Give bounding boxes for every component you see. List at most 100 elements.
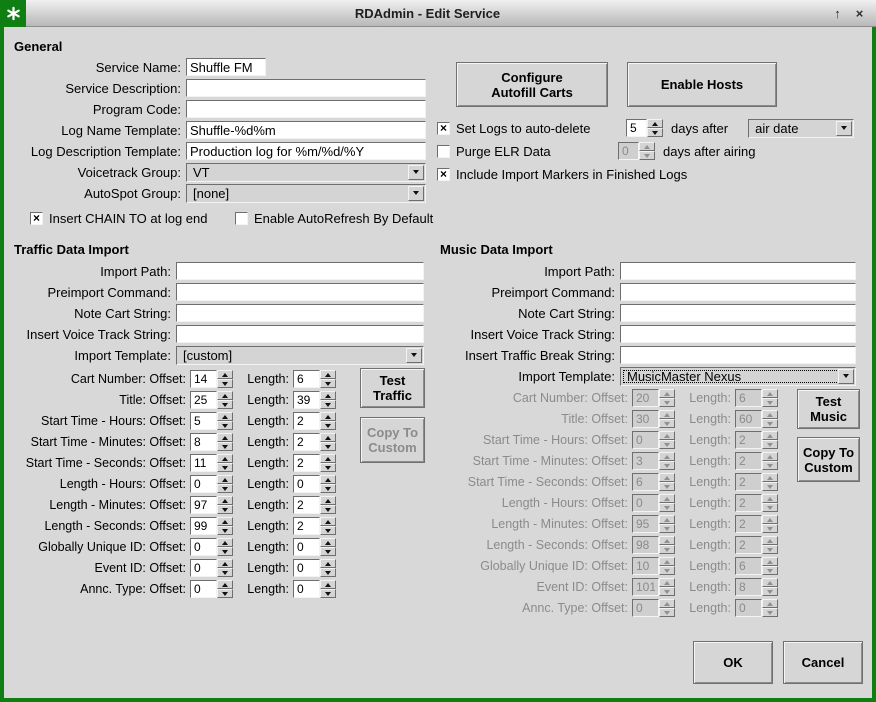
traffic-event-id-length-spinbox-value[interactable] — [293, 559, 320, 577]
autospot-group-combo[interactable]: [none] — [186, 184, 426, 203]
spin-down-arrow-icon[interactable] — [217, 589, 233, 598]
traffic-title-offset-spinbox-value[interactable] — [190, 391, 217, 409]
traffic-length-minutes-length-spinbox-value[interactable] — [293, 496, 320, 514]
traffic-start-time-seconds-length-spinbox-value[interactable] — [293, 454, 320, 472]
traffic-length-seconds-length-spinbox-value[interactable] — [293, 517, 320, 535]
traffic-event-id-length-spinbox[interactable] — [293, 559, 336, 577]
voicetrack-group-combo[interactable]: VT — [186, 163, 426, 182]
titlebar[interactable]: RDAdmin - Edit Service ↑ × — [0, 0, 876, 27]
auto-delete-days-spinbox[interactable] — [626, 119, 663, 137]
spin-down-arrow-icon[interactable] — [217, 400, 233, 409]
music-insert-voice-track-string-input[interactable] — [620, 325, 856, 343]
traffic-insert-voice-track-string-input[interactable] — [176, 325, 424, 343]
traffic-length-minutes-offset-spinbox-value[interactable] — [190, 496, 217, 514]
traffic-start-time-hours-offset-spinbox-value[interactable] — [190, 412, 217, 430]
traffic-start-time-minutes-length-spinbox-value[interactable] — [293, 433, 320, 451]
traffic-length-hours-offset-spinbox[interactable] — [190, 475, 233, 493]
traffic-length-seconds-offset-spinbox-value[interactable] — [190, 517, 217, 535]
spin-down-arrow-icon[interactable] — [320, 526, 336, 535]
spin-up-arrow-icon[interactable] — [320, 454, 336, 463]
spin-down-arrow-icon[interactable] — [320, 442, 336, 451]
spin-down-arrow-icon[interactable] — [217, 379, 233, 388]
spin-down-arrow-icon[interactable] — [320, 400, 336, 409]
spin-up-arrow-icon[interactable] — [217, 370, 233, 379]
traffic-cart-number-offset-spinbox-value[interactable] — [190, 370, 217, 388]
traffic-length-minutes-length-spinbox[interactable] — [293, 496, 336, 514]
spin-down-arrow-icon[interactable] — [320, 484, 336, 493]
music-import-template-combo[interactable]: MusicMaster Nexus — [620, 367, 856, 386]
spin-down-arrow-icon[interactable] — [217, 421, 233, 430]
traffic-cart-number-length-spinbox-value[interactable] — [293, 370, 320, 388]
music-insert-traffic-break-string-input[interactable] — [620, 346, 856, 364]
traffic-start-time-seconds-offset-spinbox-value[interactable] — [190, 454, 217, 472]
traffic-start-time-hours-offset-spinbox[interactable] — [190, 412, 233, 430]
spin-up-arrow-icon[interactable] — [217, 538, 233, 547]
general-log-name-template-input[interactable] — [186, 121, 426, 139]
spin-up-arrow-icon[interactable] — [320, 517, 336, 526]
enable-autorefresh-checkbox[interactable]: Enable AutoRefresh By Default — [235, 210, 433, 226]
chevron-down-icon[interactable] — [408, 165, 424, 180]
import-markers-checkbox[interactable]: × — [437, 168, 450, 181]
traffic-start-time-hours-length-spinbox-value[interactable] — [293, 412, 320, 430]
general-program-code-input[interactable] — [186, 100, 426, 118]
traffic-length-minutes-offset-spinbox[interactable] — [190, 496, 233, 514]
spin-down-arrow-icon[interactable] — [217, 505, 233, 514]
traffic-annc-type-length-spinbox[interactable] — [293, 580, 336, 598]
spin-up-arrow-icon[interactable] — [320, 412, 336, 421]
traffic-annc-type-offset-spinbox[interactable] — [190, 580, 233, 598]
spin-down-arrow-icon[interactable] — [647, 128, 663, 137]
spin-down-arrow-icon[interactable] — [217, 463, 233, 472]
spin-down-arrow-icon[interactable] — [320, 505, 336, 514]
spin-down-arrow-icon[interactable] — [217, 568, 233, 577]
checkbox-icon[interactable]: × — [30, 212, 43, 225]
spin-down-arrow-icon[interactable] — [217, 442, 233, 451]
test-music-button[interactable]: Test Music — [797, 389, 860, 429]
general-log-description-template-input[interactable] — [186, 142, 426, 160]
spin-down-arrow-icon[interactable] — [320, 421, 336, 430]
music-import-path-input[interactable] — [620, 262, 856, 280]
spin-down-arrow-icon[interactable] — [217, 547, 233, 556]
cancel-button[interactable]: Cancel — [783, 641, 863, 684]
auto-delete-unit-combo[interactable]: air date — [748, 119, 854, 138]
spin-up-arrow-icon[interactable] — [320, 433, 336, 442]
music-note-cart-string-input[interactable] — [620, 304, 856, 322]
traffic-start-time-minutes-length-spinbox[interactable] — [293, 433, 336, 451]
traffic-annc-type-offset-spinbox-value[interactable] — [190, 580, 217, 598]
spin-down-arrow-icon[interactable] — [320, 379, 336, 388]
test-traffic-button[interactable]: Test Traffic — [360, 368, 425, 408]
traffic-globally-unique-id-offset-spinbox[interactable] — [190, 538, 233, 556]
chevron-down-icon[interactable] — [408, 186, 424, 201]
insert-chain-to-checkbox[interactable]: × Insert CHAIN TO at log end — [30, 210, 207, 226]
spin-down-arrow-icon[interactable] — [217, 484, 233, 493]
spin-up-arrow-icon[interactable] — [647, 119, 663, 128]
traffic-length-seconds-offset-spinbox[interactable] — [190, 517, 233, 535]
shade-button-icon[interactable]: ↑ — [829, 6, 846, 21]
spin-up-arrow-icon[interactable] — [217, 517, 233, 526]
spin-up-arrow-icon[interactable] — [320, 538, 336, 547]
traffic-title-length-spinbox-value[interactable] — [293, 391, 320, 409]
chevron-down-icon[interactable] — [406, 348, 422, 363]
spin-down-arrow-icon[interactable] — [320, 463, 336, 472]
traffic-start-time-seconds-offset-spinbox[interactable] — [190, 454, 233, 472]
auto-delete-checkbox[interactable]: × — [437, 122, 450, 135]
traffic-length-hours-length-spinbox[interactable] — [293, 475, 336, 493]
traffic-event-id-offset-spinbox[interactable] — [190, 559, 233, 577]
traffic-start-time-minutes-offset-spinbox-value[interactable] — [190, 433, 217, 451]
purge-elr-checkbox[interactable] — [437, 145, 450, 158]
close-button-icon[interactable]: × — [851, 6, 868, 21]
traffic-event-id-offset-spinbox-value[interactable] — [190, 559, 217, 577]
general-service-name-input[interactable] — [186, 58, 266, 76]
traffic-start-time-hours-length-spinbox[interactable] — [293, 412, 336, 430]
traffic-globally-unique-id-offset-spinbox-value[interactable] — [190, 538, 217, 556]
traffic-note-cart-string-input[interactable] — [176, 304, 424, 322]
chevron-down-icon[interactable] — [838, 369, 854, 384]
spin-up-arrow-icon[interactable] — [217, 454, 233, 463]
spin-up-arrow-icon[interactable] — [217, 412, 233, 421]
traffic-globally-unique-id-length-spinbox-value[interactable] — [293, 538, 320, 556]
spin-up-arrow-icon[interactable] — [320, 496, 336, 505]
traffic-title-length-spinbox[interactable] — [293, 391, 336, 409]
configure-autofill-carts-button[interactable]: Configure Autofill Carts — [456, 62, 608, 107]
music-preimport-command-input[interactable] — [620, 283, 856, 301]
ok-button[interactable]: OK — [693, 641, 773, 684]
spin-up-arrow-icon[interactable] — [320, 370, 336, 379]
